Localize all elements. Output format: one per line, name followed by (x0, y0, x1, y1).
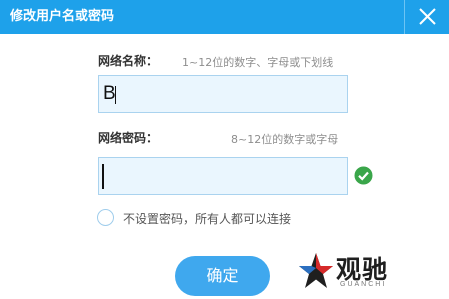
watermark-logo: 观驰 GUANCHI (296, 248, 436, 296)
password-field[interactable] (98, 157, 348, 195)
watermark-logo-subtext: GUANCHI (340, 281, 387, 288)
no-password-label: 不设置密码，所有人都可以连接 (123, 212, 292, 226)
dialog-titlebar: 修改用户名或密码 (0, 0, 449, 34)
no-password-radio[interactable] (97, 209, 114, 226)
star-logo-icon (299, 253, 333, 288)
text-caret (102, 164, 104, 189)
close-icon (419, 8, 436, 25)
password-label: 网络密码： (98, 131, 159, 145)
dialog-title: 修改用户名或密码 (10, 9, 115, 24)
confirm-button[interactable]: 确定 (175, 256, 270, 296)
ssid-hint: 1~12位的数字、字母或下划线 (182, 56, 334, 69)
ssid-value: B (103, 83, 116, 104)
ssid-field[interactable]: B (98, 75, 348, 113)
password-hint: 8~12位的数字或字母 (231, 133, 339, 146)
close-button[interactable] (404, 0, 449, 34)
ssid-label: 网络名称： (98, 54, 159, 68)
text-caret (115, 86, 116, 104)
valid-check-icon (354, 166, 373, 185)
